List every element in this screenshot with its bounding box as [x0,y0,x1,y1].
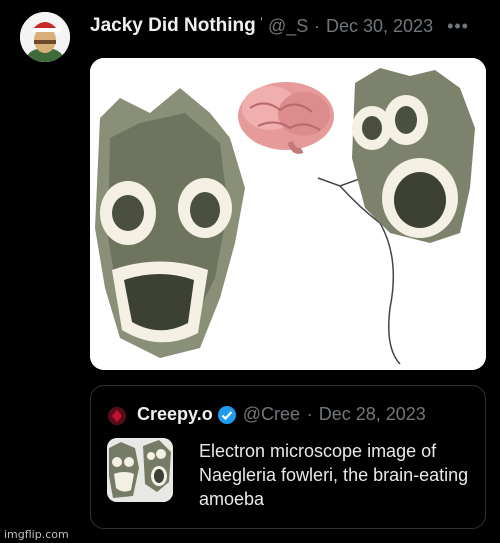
tweet-image[interactable] [90,58,486,370]
quoted-tweet-thumbnail[interactable] [107,438,173,502]
tweet-date[interactable]: Dec 30, 2023 [326,16,433,37]
watermark: imgflip.com [4,528,69,541]
separator-dot: · [306,404,313,424]
ellipsis-icon[interactable]: ••• [447,16,469,37]
quoted-tweet-date[interactable]: Dec 28, 2023 [319,404,426,425]
quoted-user-handle[interactable]: @Creep [243,404,301,425]
quoted-user-avatar[interactable] [107,406,127,426]
quoted-display-name[interactable]: Creepy.o [137,404,213,425]
quoted-tweet-text: Electron microscope image of Naegleria f… [199,441,469,509]
tweet[interactable]: Jacky Did Nothing W @_S · Dec 30, 2023 •… [0,0,500,543]
display-name[interactable]: Jacky Did Nothing W [90,15,262,37]
separator-dot: · [314,15,320,36]
quoted-tweet[interactable]: Creepy.o @Creep · Dec 28, 2023 [90,385,486,529]
user-avatar[interactable] [20,12,70,62]
tweet-header: Jacky Did Nothing W @_S · Dec 30, 2023 •… [90,12,490,40]
quoted-tweet-header: Creepy.o @Creep · Dec 28, 2023 [137,404,477,425]
user-handle[interactable]: @_S [268,16,308,37]
verified-badge-icon [217,405,237,425]
